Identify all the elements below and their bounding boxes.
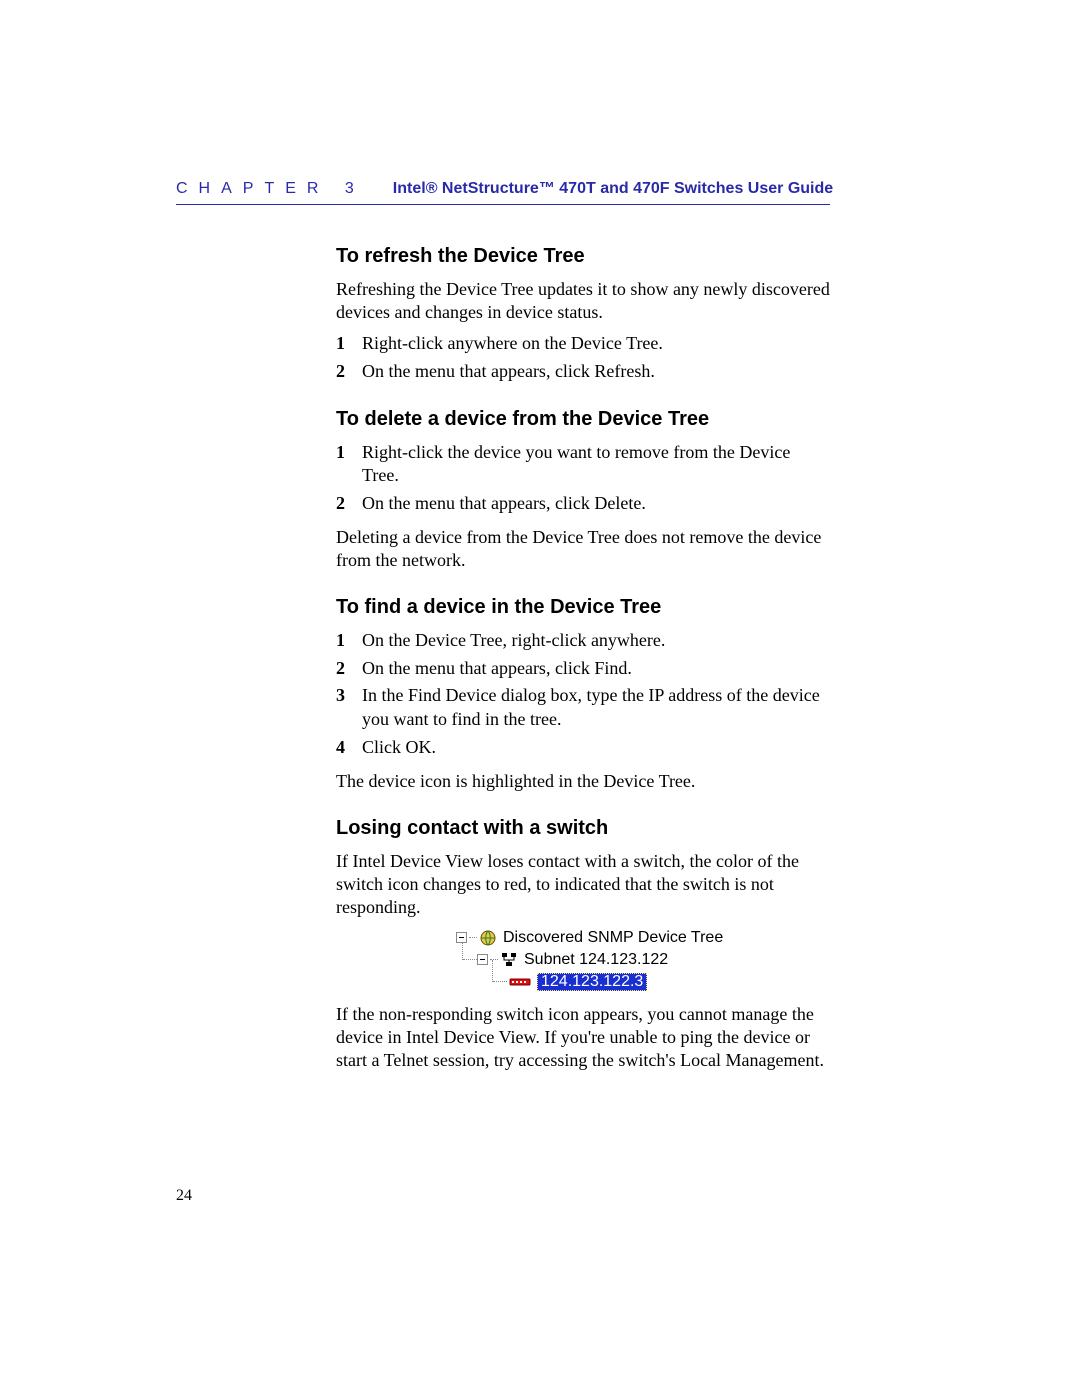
- heading-delete: To delete a device from the Device Tree: [336, 408, 830, 431]
- running-header: CHAPTER 3 Intel® NetStructure™ 470T and …: [176, 180, 830, 205]
- expander-icon: [477, 954, 488, 965]
- section-losing-contact: Losing contact with a switch If Intel De…: [226, 817, 830, 1072]
- step: 4Click OK.: [336, 736, 830, 760]
- step: 1Right-click the device you want to remo…: [336, 441, 830, 489]
- step: 3In the Find Device dialog box, type the…: [336, 684, 830, 732]
- tree-connector-icon: [469, 937, 477, 938]
- network-icon: [500, 951, 518, 969]
- step: 2On the menu that appears, click Find.: [336, 657, 830, 681]
- tree-connector-icon: [463, 959, 477, 960]
- after-find: The device icon is highlighted in the De…: [336, 770, 830, 793]
- steps-delete: 1Right-click the device you want to remo…: [336, 441, 830, 516]
- section-delete: To delete a device from the Device Tree …: [226, 408, 830, 572]
- steps-refresh: 1Right-click anywhere on the Device Tree…: [336, 332, 830, 384]
- switch-unreachable-icon: [509, 976, 531, 988]
- device-tree-figure: Discovered SNMP Device Tree Subnet 124.1…: [456, 927, 830, 993]
- step: 1On the Device Tree, right-click anywher…: [336, 629, 830, 653]
- after-losing: If the non-responding switch icon appear…: [336, 1003, 830, 1072]
- page: CHAPTER 3 Intel® NetStructure™ 470T and …: [0, 0, 1080, 1397]
- heading-find: To find a device in the Device Tree: [336, 596, 830, 619]
- tree-device-label-selected: 124.123.122.3: [537, 973, 647, 991]
- step: 1Right-click anywhere on the Device Tree…: [336, 332, 830, 356]
- step: 2On the menu that appears, click Refresh…: [336, 360, 830, 384]
- tree-device-row: 124.123.122.3: [492, 971, 830, 993]
- doc-title: Intel® NetStructure™ 470T and 470F Switc…: [393, 180, 833, 198]
- intro-losing: If Intel Device View loses contact with …: [336, 850, 830, 919]
- step: 2On the menu that appears, click Delete.: [336, 492, 830, 516]
- intro-refresh: Refreshing the Device Tree updates it to…: [336, 278, 830, 324]
- tree-root-label: Discovered SNMP Device Tree: [503, 929, 723, 947]
- tree-connector-icon: [493, 981, 507, 982]
- tree-subnet-label: Subnet 124.123.122: [524, 951, 668, 969]
- expander-icon: [456, 932, 467, 943]
- heading-losing: Losing contact with a switch: [336, 817, 830, 840]
- globe-icon: [479, 929, 497, 947]
- page-number: 24: [176, 1187, 192, 1205]
- section-refresh: To refresh the Device Tree Refreshing th…: [226, 205, 830, 384]
- section-find: To find a device in the Device Tree 1On …: [226, 596, 830, 793]
- steps-find: 1On the Device Tree, right-click anywher…: [336, 629, 830, 760]
- tree-root-row: Discovered SNMP Device Tree: [456, 927, 830, 949]
- heading-refresh: To refresh the Device Tree: [336, 245, 830, 268]
- chapter-label: CHAPTER 3: [176, 180, 365, 198]
- tree-connector-icon: [492, 960, 493, 982]
- tree-subnet-row: Subnet 124.123.122: [462, 949, 830, 971]
- after-delete: Deleting a device from the Device Tree d…: [336, 526, 830, 572]
